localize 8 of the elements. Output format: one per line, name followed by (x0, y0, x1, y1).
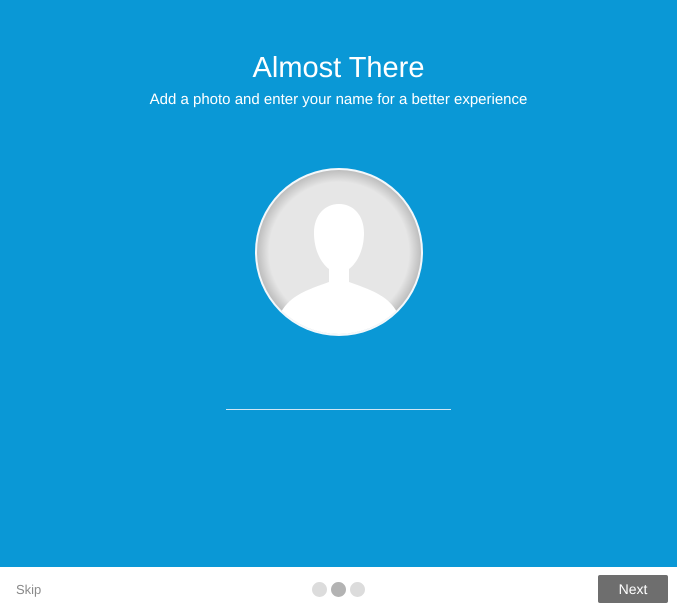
page-dot[interactable] (350, 582, 365, 596)
page-dot[interactable] (331, 582, 346, 596)
next-button[interactable]: Next (598, 575, 668, 603)
page-dot[interactable] (312, 582, 327, 596)
title: Almost There (252, 51, 424, 85)
avatar-placeholder-icon[interactable] (254, 167, 424, 337)
subtitle: Add a photo and enter your name for a better experience (150, 91, 528, 109)
skip-link[interactable]: Skip (16, 582, 42, 596)
